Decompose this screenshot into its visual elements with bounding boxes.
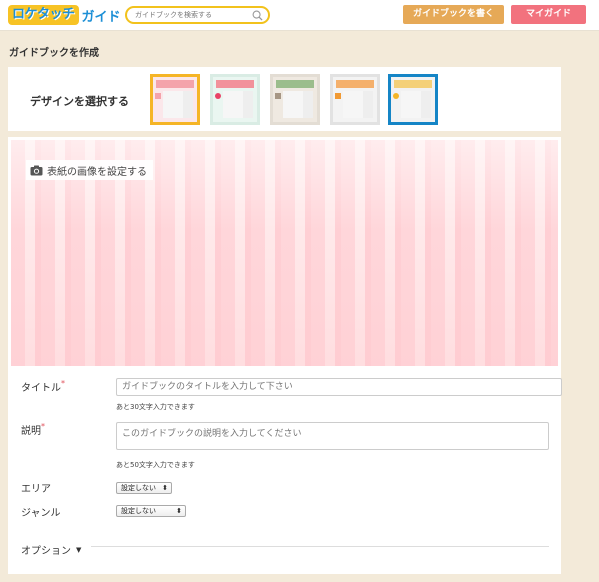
genre-select-value: 設定しない: [121, 507, 156, 515]
cover-panel: 表紙の画像を設定する: [8, 137, 561, 370]
area-select-value: 設定しない: [121, 484, 156, 492]
theme-sidebar: [303, 91, 313, 118]
set-cover-image-button[interactable]: 表紙の画像を設定する: [26, 160, 153, 180]
header-bar: ロケタッチ ガイド ガイドブックを書く マイガイド: [0, 0, 599, 31]
write-guidebook-button[interactable]: ガイドブックを書く: [403, 5, 504, 24]
description-label: 説明*: [21, 422, 45, 437]
theme-sidebar: [243, 91, 253, 118]
select-arrow-icon: ⬍: [162, 484, 168, 492]
theme-accent-mark: [393, 93, 399, 99]
caret-down-icon: ▼: [76, 545, 82, 554]
design-theme-mint[interactable]: [210, 74, 260, 125]
search-icon[interactable]: [252, 10, 263, 21]
logo-mark: ロケタッチ: [8, 5, 79, 25]
theme-content-area: [283, 91, 303, 118]
description-char-count: あと50文字入力できます: [116, 461, 195, 469]
design-theme-blue[interactable]: [388, 74, 438, 125]
title-input[interactable]: [116, 378, 562, 396]
theme-accent-mark: [155, 93, 161, 99]
theme-content-area: [163, 91, 183, 118]
genre-label: ジャンル: [21, 508, 61, 519]
search-input[interactable]: [135, 9, 247, 21]
design-theme-pink[interactable]: [150, 74, 200, 125]
logo-subtitle: ガイド: [81, 9, 121, 25]
theme-content-area: [223, 91, 243, 118]
theme-sidebar: [363, 91, 373, 118]
theme-header-bar: [336, 80, 374, 88]
options-divider: [91, 546, 549, 547]
title-label: タイトル*: [21, 379, 65, 394]
theme-header-bar: [394, 80, 432, 88]
options-toggle[interactable]: オプション ▼: [21, 542, 82, 558]
description-label-text: 説明: [21, 426, 41, 437]
design-selector-panel: デザインを選択する: [8, 67, 561, 131]
description-textarea[interactable]: [116, 422, 549, 450]
my-guide-button[interactable]: マイガイド: [511, 5, 586, 24]
theme-accent-mark: [215, 93, 221, 99]
theme-content-area: [401, 91, 421, 118]
area-select[interactable]: 設定しない ⬍: [116, 482, 172, 494]
page-title: ガイドブックを作成: [9, 48, 99, 59]
theme-header-bar: [156, 80, 194, 88]
theme-accent-mark: [335, 93, 341, 99]
search-box[interactable]: [125, 6, 270, 24]
design-theme-green[interactable]: [270, 74, 320, 125]
title-char-count: あと30文字入力できます: [116, 403, 195, 411]
camera-icon: [30, 165, 43, 175]
theme-header-bar: [276, 80, 314, 88]
design-theme-orange[interactable]: [330, 74, 380, 125]
required-mark: *: [61, 379, 65, 388]
set-cover-image-label: 表紙の画像を設定する: [47, 166, 147, 178]
theme-sidebar: [421, 91, 431, 118]
theme-sidebar: [183, 91, 193, 118]
guidebook-form: タイトル* あと30文字入力できます 説明* あと50文字入力できます エリア …: [8, 370, 562, 574]
area-label: エリア: [21, 484, 51, 495]
required-mark: *: [41, 422, 45, 431]
genre-select[interactable]: 設定しない ⬍: [116, 505, 186, 517]
design-label: デザインを選択する: [30, 95, 129, 108]
theme-content-area: [343, 91, 363, 118]
options-label: オプション: [21, 546, 71, 557]
site-logo[interactable]: ロケタッチ ガイド: [8, 5, 121, 25]
cover-image: 表紙の画像を設定する: [11, 140, 558, 366]
theme-accent-mark: [275, 93, 281, 99]
select-arrow-icon: ⬍: [176, 507, 182, 515]
title-label-text: タイトル: [21, 383, 61, 394]
theme-header-bar: [216, 80, 254, 88]
